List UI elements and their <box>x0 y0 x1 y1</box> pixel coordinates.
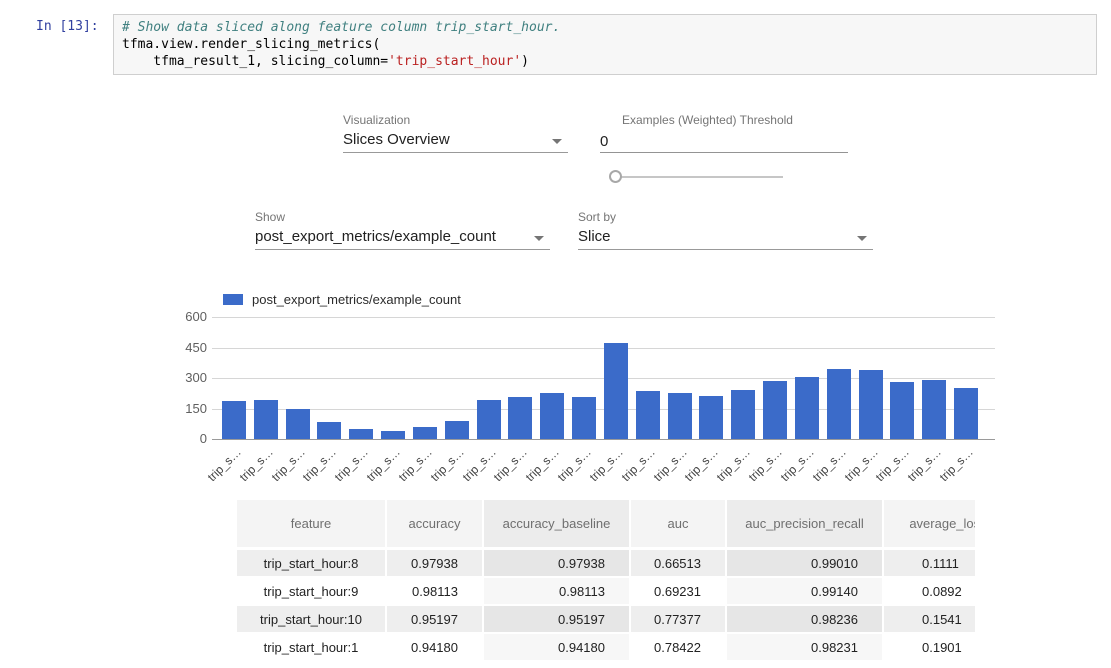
show-metric-select[interactable]: post_export_metrics/example_count <box>255 227 550 250</box>
table-cell: 0.99010 <box>727 550 884 578</box>
table-row: trip_start_hour:100.951970.951970.773770… <box>237 606 975 634</box>
table-body: trip_start_hour:80.979380.979380.665130.… <box>237 550 975 662</box>
show-label: Show <box>255 210 285 224</box>
bar[interactable] <box>477 400 501 439</box>
table-cell: 0.97938 <box>484 550 631 578</box>
input-prompt: In [13]: <box>36 19 99 34</box>
table-cell: 0.98113 <box>484 578 631 606</box>
sortby-select[interactable]: Slice <box>578 227 873 250</box>
table-header-row: featureaccuracyaccuracy_baselineaucauc_p… <box>237 500 975 550</box>
column-header-auc_precision_recall[interactable]: auc_precision_recall <box>727 500 884 550</box>
code-cell[interactable]: # Show data sliced along feature column … <box>113 14 1097 75</box>
notebook-output-area: In [13]: # Show data sliced along featur… <box>0 0 1111 668</box>
show-metric-value: post_export_metrics/example_count <box>255 228 496 245</box>
y-axis-tick-label: 150 <box>185 401 207 416</box>
bar[interactable] <box>413 427 437 439</box>
table-cell: trip_start_hour:9 <box>237 578 387 606</box>
bar[interactable] <box>859 370 883 439</box>
bar[interactable] <box>890 382 914 439</box>
table-cell: 0.98231 <box>727 634 884 662</box>
table-cell: 0.0892 <box>884 578 975 606</box>
chart-plot: 0150300450600trip_s…trip_s…trip_s…trip_s… <box>185 290 1000 485</box>
chevron-down-icon <box>552 139 562 144</box>
bar[interactable] <box>286 409 310 439</box>
column-header-accuracy[interactable]: accuracy <box>387 500 484 550</box>
bar[interactable] <box>540 393 564 439</box>
visualization-value: Slices Overview <box>343 131 450 148</box>
table-cell: 0.95197 <box>484 606 631 634</box>
bar[interactable] <box>222 401 246 439</box>
bar[interactable] <box>254 400 278 439</box>
bar[interactable] <box>922 380 946 439</box>
threshold-label: Examples (Weighted) Threshold <box>622 113 793 127</box>
bar[interactable] <box>763 381 787 439</box>
column-header-accuracy_baseline[interactable]: accuracy_baseline <box>484 500 631 550</box>
threshold-input[interactable] <box>600 130 848 153</box>
bar[interactable] <box>699 396 723 439</box>
slices-overview-chart: post_export_metrics/example_count 015030… <box>185 290 1000 485</box>
table-cell: trip_start_hour:10 <box>237 606 387 634</box>
table-cell: 0.94180 <box>387 634 484 662</box>
table-row: trip_start_hour:10.941800.941800.784220.… <box>237 634 975 662</box>
bar[interactable] <box>636 391 660 439</box>
table-cell: 0.98113 <box>387 578 484 606</box>
table-cell: 0.95197 <box>387 606 484 634</box>
y-axis-tick-label: 600 <box>185 309 207 324</box>
bar[interactable] <box>572 397 596 439</box>
threshold-slider[interactable] <box>606 168 786 185</box>
table-cell: 0.1901 <box>884 634 975 662</box>
table-cell: trip_start_hour:1 <box>237 634 387 662</box>
bar[interactable] <box>349 429 373 439</box>
chevron-down-icon <box>534 236 544 241</box>
code-string: 'trip_start_hour' <box>388 54 521 69</box>
bar[interactable] <box>731 390 755 439</box>
gridline <box>212 439 995 440</box>
y-axis-tick-label: 0 <box>185 431 207 446</box>
slider-track[interactable] <box>615 176 783 178</box>
table-cell: 0.98236 <box>727 606 884 634</box>
table-row: trip_start_hour:90.981130.981130.692310.… <box>237 578 975 606</box>
bar[interactable] <box>508 397 532 439</box>
table-cell: 0.69231 <box>631 578 727 606</box>
table-cell: trip_start_hour:8 <box>237 550 387 578</box>
bar[interactable] <box>954 388 978 439</box>
bar[interactable] <box>381 431 405 439</box>
code-text: tfma.view.render_slicing_metrics( <box>122 37 380 52</box>
table-row: trip_start_hour:80.979380.979380.665130.… <box>237 550 975 578</box>
column-header-auc[interactable]: auc <box>631 500 727 550</box>
gridline <box>212 317 995 318</box>
table-cell: 0.94180 <box>484 634 631 662</box>
table-cell: 0.97938 <box>387 550 484 578</box>
bar[interactable] <box>827 369 851 439</box>
y-axis-tick-label: 300 <box>185 370 207 385</box>
sortby-label: Sort by <box>578 210 616 224</box>
table-cell: 0.99140 <box>727 578 884 606</box>
sortby-value: Slice <box>578 228 611 245</box>
bar[interactable] <box>445 421 469 439</box>
code-text: ) <box>521 54 529 69</box>
y-axis-tick-label: 450 <box>185 340 207 355</box>
code-text: tfma_result_1, slicing_column= <box>122 54 388 69</box>
bar[interactable] <box>795 377 819 439</box>
table-cell: 0.1111 <box>884 550 975 578</box>
table-cell: 0.78422 <box>631 634 727 662</box>
visualization-select[interactable]: Slices Overview <box>343 130 568 153</box>
bar[interactable] <box>668 393 692 439</box>
metrics-table: featureaccuracyaccuracy_baselineaucauc_p… <box>237 500 975 668</box>
table-cell: 0.1541 <box>884 606 975 634</box>
bar[interactable] <box>604 343 628 439</box>
bar[interactable] <box>317 422 341 439</box>
code-comment: # Show data sliced along feature column … <box>122 20 560 35</box>
table-cell: 0.77377 <box>631 606 727 634</box>
visualization-label: Visualization <box>343 113 410 127</box>
slider-thumb[interactable] <box>609 170 622 183</box>
table-cell: 0.66513 <box>631 550 727 578</box>
column-header-feature[interactable]: feature <box>237 500 387 550</box>
column-header-average_loss[interactable]: average_loss <box>884 500 975 550</box>
chevron-down-icon <box>857 236 867 241</box>
